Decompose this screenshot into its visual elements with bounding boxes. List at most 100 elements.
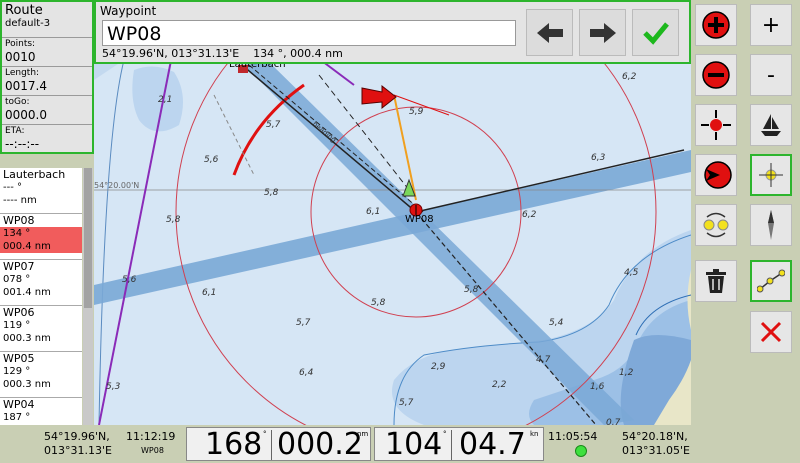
close-route-button[interactable] bbox=[750, 311, 792, 353]
bearing-distance-display: 168 ° 000.2 nm bbox=[186, 427, 371, 462]
arrow-left-icon bbox=[536, 22, 563, 43]
depth-sounding: 5,8 bbox=[166, 215, 181, 225]
waypoint-name-status: WP08 bbox=[141, 446, 164, 455]
divider bbox=[451, 430, 452, 460]
depth-sounding: 5,6 bbox=[204, 155, 219, 165]
points-label: Points: bbox=[5, 39, 36, 49]
eta-value: --:--:-- bbox=[5, 137, 40, 151]
trash-icon bbox=[706, 269, 726, 293]
zoom-plus-button[interactable]: + bbox=[750, 4, 792, 46]
waypoint-item-distance: 001.4 nm bbox=[3, 287, 51, 298]
sog-value: 04.7 bbox=[459, 427, 526, 462]
previous-waypoint-button[interactable] bbox=[526, 9, 573, 56]
waypoint-item-distance: 000.3 nm bbox=[3, 333, 51, 344]
route-info-box[interactable]: Route default-3 Points: 0010 Length: 001… bbox=[0, 0, 94, 154]
center-target-icon bbox=[701, 110, 731, 140]
waypoint-list-item[interactable]: WP04187 °000.2 nm bbox=[0, 398, 82, 425]
depth-sounding: 1,2 bbox=[619, 368, 634, 378]
close-icon bbox=[760, 321, 782, 343]
clock-time: 11:05:54 bbox=[548, 430, 598, 443]
waypoint-item-distance: 000.4 nm bbox=[0, 240, 82, 253]
route-title: Route bbox=[5, 3, 43, 18]
boat-latitude: 54°20.18'N, bbox=[622, 430, 688, 443]
waypoint-item-course: 129 ° bbox=[3, 366, 31, 377]
scrollbar-thumb[interactable] bbox=[84, 168, 92, 308]
waypoint-time: 11:12:19 bbox=[126, 430, 176, 443]
waypoint-name-input[interactable]: WP08 bbox=[102, 20, 516, 46]
depth-sounding: 5,8 bbox=[264, 188, 279, 198]
latitude-line-label: 54°20.00'N bbox=[94, 181, 140, 190]
waypoint-item-name: WP04 bbox=[3, 398, 35, 411]
left-panel: Route default-3 Points: 0010 Length: 001… bbox=[0, 0, 94, 425]
waypoint-item-distance: ---- nm bbox=[3, 195, 37, 206]
depth-sounding: 2,1 bbox=[158, 95, 173, 105]
depth-sounding: 5,9 bbox=[409, 107, 424, 117]
waypoint-list-item[interactable]: WP06 119 ° 000.3 nm bbox=[0, 306, 82, 352]
waypoint-list-item[interactable]: WP07 078 ° 001.4 nm bbox=[0, 260, 82, 306]
bearing-value: 168 bbox=[205, 427, 263, 462]
depth-sounding: 0,7 bbox=[606, 418, 621, 425]
depth-sounding: 6,2 bbox=[622, 72, 637, 82]
waypoint-item-name: WP07 bbox=[3, 260, 35, 273]
boat-mode-button[interactable] bbox=[750, 104, 792, 146]
compass-button[interactable] bbox=[750, 204, 792, 246]
depth-sounding: 4,5 bbox=[624, 268, 639, 278]
zoom-minus-button[interactable]: - bbox=[750, 54, 792, 96]
depth-sounding: 2,2 bbox=[492, 380, 507, 390]
waypoint-list-scrollbar[interactable] bbox=[83, 168, 93, 425]
map-tools-column bbox=[691, 0, 745, 425]
center-map-button[interactable] bbox=[695, 104, 737, 146]
zoom-in-icon bbox=[702, 11, 730, 39]
arrow-right-icon bbox=[589, 22, 616, 43]
route-name: default-3 bbox=[5, 18, 51, 29]
route-mode-button[interactable] bbox=[750, 260, 792, 302]
waypoint-list[interactable]: Lauterbach --- ° ---- nm WP08 134 ° 000.4 nm W… bbox=[0, 168, 82, 425]
depth-sounding: 5,7 bbox=[266, 120, 281, 130]
waypoint-list-item[interactable]: Lauterbach --- ° ---- nm bbox=[0, 168, 82, 214]
depth-sounding: 5,7 bbox=[399, 398, 414, 408]
waypoint-list-item[interactable]: WP05 129 ° 000.3 nm bbox=[0, 352, 82, 398]
bearing-unit: ° bbox=[263, 430, 267, 438]
depth-sounding: 5,7 bbox=[296, 318, 311, 328]
waypoint-panel: Waypoint WP08 54°19.96'N, 013°31.13'E 13… bbox=[94, 0, 691, 64]
sog-unit: kn bbox=[530, 430, 539, 438]
view-tools-column: + - bbox=[745, 0, 799, 425]
length-label: Length: bbox=[5, 68, 40, 78]
route-points-cell: Points: 0010 bbox=[2, 38, 92, 67]
distance-unit: nm bbox=[357, 430, 369, 438]
waypoint-item-name: WP06 bbox=[3, 306, 35, 319]
position-longitude: 013°31.13'E bbox=[44, 444, 112, 457]
waypoint-item-course: 119 ° bbox=[3, 320, 31, 331]
switch-route-button[interactable] bbox=[695, 204, 737, 246]
zoom-in-button[interactable] bbox=[695, 4, 737, 46]
zoom-out-button[interactable] bbox=[695, 54, 737, 96]
boat-longitude: 013°31.05'E bbox=[622, 444, 690, 457]
depth-sounding: 6,2 bbox=[522, 210, 537, 220]
waypoint-item-course: 078 ° bbox=[3, 274, 31, 285]
waypoint-item-course: 134 ° bbox=[0, 227, 82, 240]
minus-icon: - bbox=[767, 62, 775, 88]
waypoint-item-name: WP05 bbox=[3, 352, 35, 365]
depth-sounding: 5,4 bbox=[549, 318, 564, 328]
route-icon bbox=[757, 269, 785, 293]
crosshair-icon bbox=[759, 163, 783, 187]
togo-label: toGo: bbox=[5, 97, 30, 107]
next-waypoint-button[interactable] bbox=[579, 9, 626, 56]
route-length-cell: Length: 0017.4 bbox=[2, 67, 92, 96]
checkmark-icon bbox=[642, 21, 669, 45]
depth-sounding: 6,1 bbox=[366, 207, 381, 217]
waypoint-position-info: 54°19.96'N, 013°31.13'E 134 °, 000.4 nm bbox=[102, 47, 343, 60]
goto-waypoint-button[interactable] bbox=[695, 154, 737, 196]
compass-icon bbox=[768, 210, 774, 240]
goto-target-icon bbox=[704, 161, 732, 189]
cog-sog-display: 104 ° 04.7 kn bbox=[374, 427, 544, 462]
boat-icon bbox=[761, 114, 781, 136]
depth-sounding: 5,8 bbox=[371, 298, 386, 308]
crosshair-toggle-button[interactable] bbox=[750, 154, 792, 196]
delete-waypoint-button[interactable] bbox=[695, 260, 737, 302]
plus-icon: + bbox=[761, 12, 781, 38]
confirm-waypoint-button[interactable] bbox=[632, 9, 679, 56]
waypoint-list-item[interactable]: WP08 134 ° 000.4 nm bbox=[0, 214, 82, 260]
bottom-status-bar: 54°19.96'N, 013°31.13'E 11:12:19 WP08 16… bbox=[0, 425, 800, 463]
waypoint-item-course: 187 ° bbox=[3, 412, 31, 423]
